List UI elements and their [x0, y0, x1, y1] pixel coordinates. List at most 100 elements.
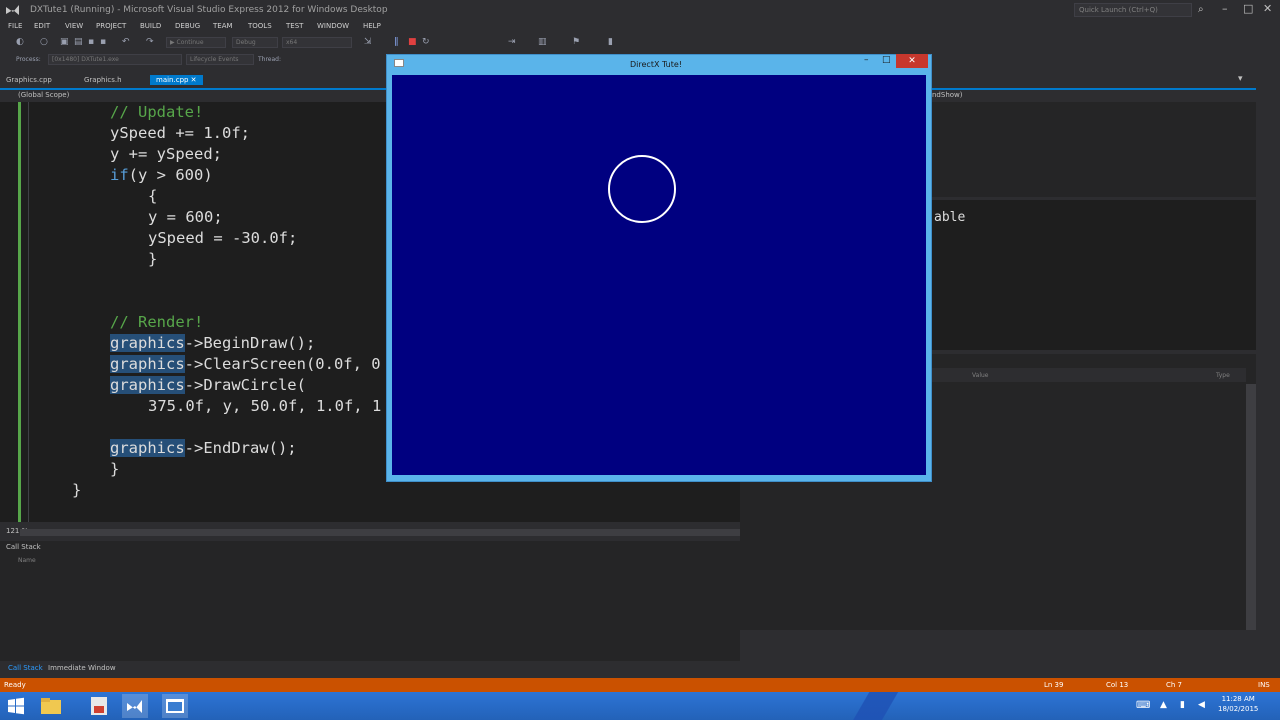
volume-icon[interactable]: ◀	[1198, 700, 1205, 710]
minimize-button[interactable]: –	[1222, 2, 1228, 15]
status-ins: INS	[1258, 681, 1270, 689]
step-icon[interactable]: ⇥	[508, 37, 516, 47]
menu-test[interactable]: TEST	[286, 22, 303, 30]
call-stack-title: Call Stack	[6, 543, 41, 551]
directx-close-button[interactable]: ✕	[896, 54, 928, 68]
keyboard-icon[interactable]: ⌨	[1136, 700, 1150, 711]
code-text: ->DrawCircle(	[184, 376, 306, 394]
directx-app-taskbar-icon[interactable]	[162, 694, 188, 718]
code-text: (y > 600)	[128, 166, 213, 184]
break-all-icon[interactable]: ∥	[394, 37, 399, 47]
windows-start-icon[interactable]	[4, 694, 30, 718]
tray-arrow-icon[interactable]: ▲	[1160, 700, 1167, 710]
visual-studio-taskbar-icon[interactable]	[122, 694, 148, 718]
code-line: // Update!	[110, 103, 204, 121]
continue-button[interactable]: ▶ Continue	[166, 37, 226, 48]
scope-dropdown[interactable]: (Global Scope)	[18, 91, 69, 99]
restart-icon[interactable]: ↻	[422, 37, 430, 47]
tab-graphics-h[interactable]: Graphics.h	[84, 76, 122, 84]
code-text: ->EndDraw();	[184, 439, 297, 457]
code-line: y += ySpeed;	[110, 145, 222, 163]
save-icon[interactable]: ▪	[88, 37, 94, 47]
menu-bar: FILE EDIT VIEW PROJECT BUILD DEBUG TEAM …	[0, 20, 600, 34]
name-column-header[interactable]: Name	[18, 557, 36, 564]
menu-edit[interactable]: EDIT	[34, 22, 50, 30]
code-text: ->ClearScreen(0.0f, 0	[184, 355, 381, 373]
menu-project[interactable]: PROJECT	[96, 22, 126, 30]
process-select[interactable]: [0x1480] DXTute1.exe	[48, 54, 182, 65]
rendered-circle	[608, 155, 676, 223]
menu-file[interactable]: FILE	[8, 22, 22, 30]
code-line: graphics->DrawCircle(	[110, 375, 306, 396]
network-icon[interactable]: ▮	[1180, 700, 1185, 710]
code-text: ->BeginDraw();	[184, 334, 316, 352]
bottom-tab-strip	[0, 662, 1280, 676]
tab-main-cpp[interactable]: main.cpp ✕	[150, 75, 203, 85]
clock-date: 18/02/2015	[1218, 705, 1259, 713]
tab-call-stack[interactable]: Call Stack	[8, 664, 43, 672]
undo-icon[interactable]: ↶	[122, 37, 130, 47]
change-margin	[18, 102, 21, 522]
paint-icon[interactable]	[86, 694, 112, 718]
bookmark-icon[interactable]: ⚑	[572, 37, 580, 47]
menu-debug[interactable]: DEBUG	[175, 22, 200, 30]
config-select[interactable]: Debug	[232, 37, 278, 48]
platform-select[interactable]: x64	[282, 37, 352, 48]
stop-debugging-icon[interactable]: ■	[408, 37, 417, 47]
standard-toolbar: ◐ ○ ▣ ▤ ▪ ▪ ↶ ↷ ▶ Continue Debug x64 ⇲ ∥…	[0, 35, 1280, 50]
menu-view[interactable]: VIEW	[65, 22, 83, 30]
new-project-icon[interactable]: ▣	[60, 37, 69, 47]
close-button[interactable]: ✕	[1263, 2, 1272, 15]
attach-icon[interactable]: ⇲	[364, 37, 372, 47]
search-icon[interactable]: ⌕	[1198, 4, 1204, 15]
file-explorer-icon[interactable]	[38, 694, 64, 718]
directx-minimize-button[interactable]: –	[864, 55, 869, 65]
horizontal-scrollbar[interactable]	[20, 529, 740, 536]
highlighted-identifier: graphics	[110, 376, 185, 394]
type-column-header[interactable]: Type	[1216, 372, 1230, 379]
tab-graphics-cpp[interactable]: Graphics.cpp	[6, 76, 52, 84]
quick-launch-input[interactable]: Quick Launch (Ctrl+Q)	[1074, 3, 1192, 17]
status-ready: Ready	[4, 681, 26, 689]
save-all-icon[interactable]: ▪	[100, 37, 106, 47]
code-line: graphics->EndDraw();	[110, 438, 297, 459]
comment-icon[interactable]: ▮	[608, 37, 613, 47]
navigate-forward-icon[interactable]: ○	[40, 37, 48, 47]
window-title: DXTute1 (Running) - Microsoft Visual Stu…	[30, 5, 388, 15]
solution-explorer-panel	[932, 102, 1256, 197]
directx-maximize-button[interactable]: □	[882, 55, 891, 65]
menu-tools[interactable]: TOOLS	[248, 22, 272, 30]
status-column: Col 13	[1106, 681, 1129, 689]
status-line: Ln 39	[1044, 681, 1064, 689]
code-line: graphics->ClearScreen(0.0f, 0	[110, 354, 381, 375]
navigate-back-icon[interactable]: ◐	[16, 37, 24, 47]
value-column-header[interactable]: Value	[972, 372, 988, 379]
code-line: if(y > 600)	[110, 165, 213, 186]
member-dropdown[interactable]: ndShow)	[932, 91, 963, 99]
thread-label: Thread:	[258, 56, 282, 63]
lifecycle-events-button[interactable]: Lifecycle Events	[186, 54, 254, 65]
toolbar-misc-icon[interactable]: ▥	[538, 37, 547, 47]
directx-window-title: DirectX Tute!	[630, 60, 682, 69]
menu-team[interactable]: TEAM	[213, 22, 233, 30]
code-line: {	[148, 187, 158, 205]
open-file-icon[interactable]: ▤	[74, 37, 83, 47]
code-line: }	[110, 460, 120, 478]
tab-immediate-window[interactable]: Immediate Window	[48, 664, 116, 672]
menu-build[interactable]: BUILD	[140, 22, 161, 30]
windows-taskbar	[0, 692, 1280, 720]
code-line: 375.0f, y, 50.0f, 1.0f, 1	[148, 397, 382, 415]
code-line: }	[148, 250, 158, 268]
call-stack-panel	[0, 541, 740, 661]
taskbar-clock[interactable]: 11:28 AM 18/02/2015	[1218, 694, 1258, 714]
maximize-button[interactable]: □	[1243, 2, 1253, 15]
highlighted-identifier: graphics	[110, 355, 185, 373]
tab-overflow-icon[interactable]: ▾	[1238, 74, 1243, 84]
menu-help[interactable]: HELP	[363, 22, 381, 30]
code-line: }	[72, 481, 82, 499]
autos-scrollbar[interactable]	[1246, 384, 1256, 630]
directx-render-area[interactable]	[392, 75, 926, 475]
redo-icon[interactable]: ↷	[146, 37, 154, 47]
menu-window[interactable]: WINDOW	[317, 22, 349, 30]
code-line: y = 600;	[148, 208, 223, 226]
